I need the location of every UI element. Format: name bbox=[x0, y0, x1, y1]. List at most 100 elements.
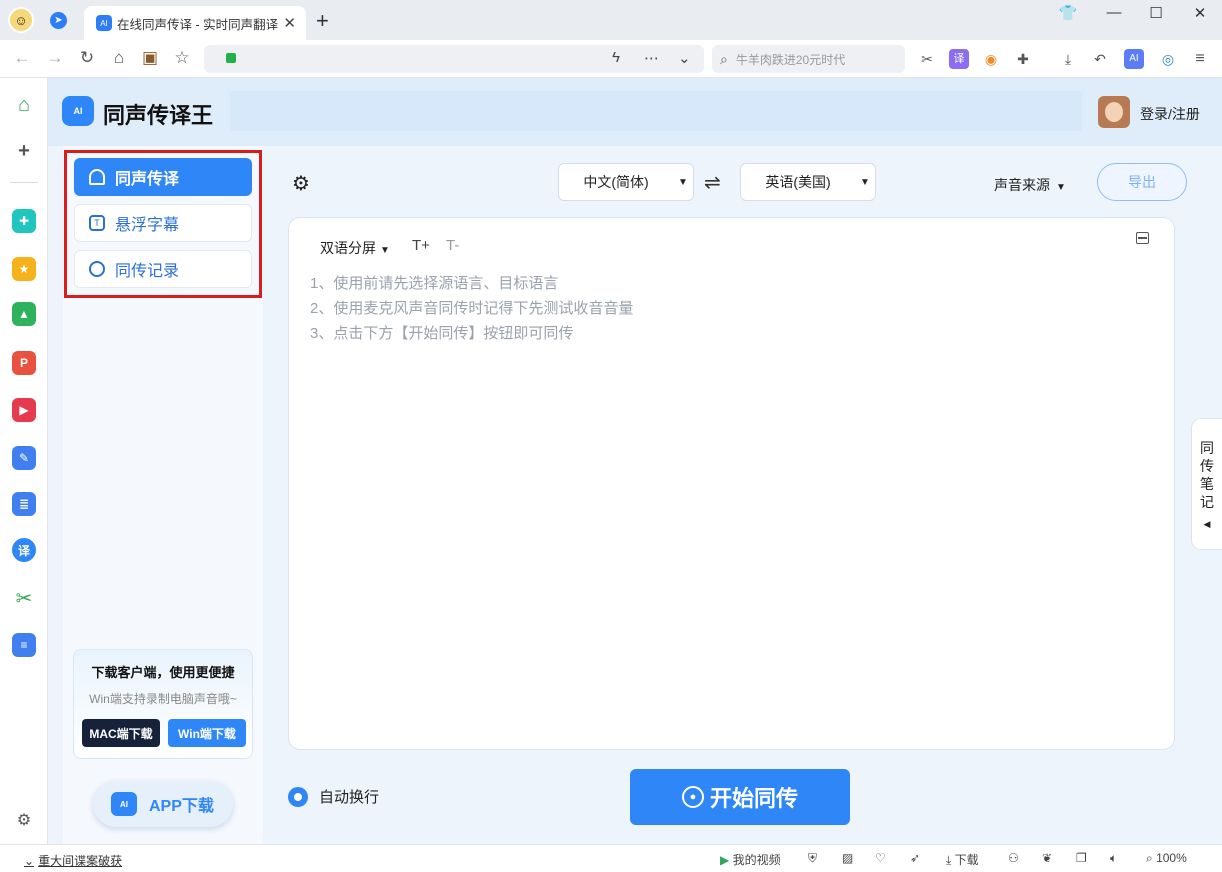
notes-icon[interactable]: ≡ bbox=[12, 633, 36, 657]
menu-item-label: 同传记录 bbox=[115, 263, 180, 280]
home-icon[interactable]: ⌂ bbox=[107, 48, 131, 68]
font-increase-icon[interactable]: T+ bbox=[412, 237, 430, 254]
menu-item-label: 同声传译 bbox=[115, 171, 180, 188]
ai-icon[interactable]: AI bbox=[1124, 49, 1144, 69]
browser-logo-icon[interactable]: ◎ bbox=[1158, 49, 1178, 69]
font-decrease-icon[interactable]: T- bbox=[446, 237, 459, 254]
forward-icon[interactable]: → bbox=[43, 48, 67, 68]
translate-icon[interactable]: 译 bbox=[12, 538, 36, 562]
mac-download-button[interactable]: MAC端下载 bbox=[82, 719, 160, 747]
notes-tab-char: 记 bbox=[1200, 494, 1214, 510]
sidebar-divider bbox=[10, 182, 38, 183]
my-video-button[interactable]: ▶ 我的视频 bbox=[720, 851, 781, 868]
translation-panel: 双语分屏 ▼ T+ T- 1、使用前请先选择源语言、目标语言 2、使用麦克风声音同… bbox=[288, 217, 1175, 750]
audio-source-select[interactable]: 声音来源 ▼ bbox=[994, 175, 1066, 195]
favorites-icon[interactable]: ☆ bbox=[170, 48, 194, 68]
rocket-icon[interactable]: ➶ bbox=[910, 851, 920, 865]
translate-ext-icon[interactable]: 译 bbox=[949, 49, 969, 69]
lightning-icon[interactable]: ϟ bbox=[612, 49, 620, 66]
browser-tab[interactable]: AI 在线同声传译 - 实时同声翻译 ✕ bbox=[84, 6, 306, 40]
health-icon[interactable]: ♡ bbox=[875, 851, 886, 865]
scissors-icon[interactable]: ✂ bbox=[917, 49, 937, 69]
settings-gear-icon[interactable]: ⚙ bbox=[290, 173, 312, 195]
volume-icon[interactable]: 🔈︎ bbox=[1110, 851, 1117, 866]
game-icon[interactable]: ◉ bbox=[981, 49, 1001, 69]
hint-line: 1、使用前请先选择源语言、目标语言 bbox=[310, 275, 559, 292]
menu-item-simultaneous[interactable]: 同声传译 bbox=[74, 158, 252, 196]
ai-image-icon[interactable]: ▲ bbox=[12, 302, 36, 326]
swap-languages-icon[interactable]: ⇌ bbox=[704, 170, 721, 195]
download-card: 下载客户端，使用更便捷 Win端支持录制电脑声音哦~ MAC端下载 Win端下载 bbox=[73, 649, 253, 759]
status-download-button[interactable]: ⤓ 下载 bbox=[946, 851, 979, 868]
split-view-icon[interactable] bbox=[1136, 232, 1149, 244]
notes-side-tab[interactable]: 同 传 笔 记 ◀ bbox=[1191, 418, 1222, 550]
news-link[interactable]: ⌄ 重大间谍案破获 bbox=[24, 852, 122, 869]
cut-tool-icon[interactable]: ✂ bbox=[12, 586, 36, 610]
glasses-icon[interactable]: ⚇ bbox=[1008, 851, 1019, 865]
plugin-icon[interactable]: ✚ bbox=[12, 209, 36, 233]
tab-favicon-icon: AI bbox=[96, 15, 112, 31]
display-mode-select[interactable]: 双语分屏 ▼ bbox=[320, 238, 390, 258]
menu-item-history[interactable]: 同传记录 bbox=[74, 250, 252, 288]
window-close-icon[interactable]: ✕ bbox=[1185, 4, 1215, 22]
target-language-select[interactable]: 英语(美国) ▼ bbox=[740, 163, 876, 201]
app-download-button[interactable]: AI APP下载 bbox=[93, 781, 233, 827]
download-card-subtitle: Win端支持录制电脑声音哦~ bbox=[89, 692, 237, 706]
app-download-label: APP下载 bbox=[149, 798, 214, 815]
start-button[interactable]: ● 开始同传 bbox=[630, 769, 850, 825]
url-field[interactable]: ϟ ⋯ ⌄ bbox=[204, 45, 704, 73]
leaf-icon[interactable]: ❦ bbox=[1042, 851, 1052, 865]
user-avatar[interactable] bbox=[1098, 96, 1130, 128]
ai-doc-icon[interactable]: ≣ bbox=[12, 492, 36, 516]
add-sidebar-icon[interactable]: + bbox=[12, 139, 36, 163]
send-icon[interactable]: ➤ bbox=[50, 12, 67, 29]
menu-icon[interactable]: ≡ bbox=[1190, 49, 1210, 69]
auto-wrap-radio[interactable] bbox=[288, 786, 308, 807]
ai-edit-icon[interactable]: ✎ bbox=[12, 446, 36, 470]
browser-avatar-icon[interactable]: ☺ bbox=[8, 7, 34, 33]
minimize-icon[interactable]: — bbox=[1099, 4, 1129, 21]
reload-icon[interactable]: ↻ bbox=[75, 48, 99, 68]
ai-pdf-icon[interactable]: P bbox=[12, 351, 36, 375]
dropdown-arrow-icon: ▼ bbox=[678, 176, 688, 188]
maximize-icon[interactable]: ☐ bbox=[1141, 4, 1171, 22]
video-icon: ▶ bbox=[720, 853, 730, 867]
extensions-icon[interactable]: ✚ bbox=[1013, 49, 1033, 69]
export-button[interactable]: 导出 bbox=[1097, 163, 1187, 201]
win-download-button[interactable]: Win端下载 bbox=[168, 719, 246, 747]
zoom-control[interactable]: ⌕ 100% bbox=[1146, 851, 1187, 866]
login-link[interactable]: 登录/注册 bbox=[1140, 104, 1200, 124]
auto-wrap-label: 自动换行 bbox=[319, 789, 380, 806]
home-sidebar-icon[interactable]: ⌂ bbox=[12, 93, 36, 117]
star-app-icon[interactable]: ★ bbox=[12, 257, 36, 281]
dropdown-chevron-icon[interactable]: ⌄ bbox=[678, 49, 691, 67]
image-icon[interactable]: ▨ bbox=[842, 851, 853, 865]
new-tab-icon[interactable]: + bbox=[316, 8, 329, 34]
search-placeholder: 牛羊肉跌进20元时代 bbox=[735, 52, 846, 67]
header-banner bbox=[230, 91, 1082, 131]
skin-icon[interactable]: 👕 bbox=[1053, 4, 1083, 22]
ai-video-icon[interactable]: ▶ bbox=[12, 398, 36, 422]
briefcase-icon[interactable]: ▣ bbox=[138, 48, 162, 68]
back-icon[interactable]: ← bbox=[10, 48, 34, 68]
subtitle-icon: T bbox=[89, 215, 105, 231]
close-tab-icon[interactable]: ✕ bbox=[283, 14, 296, 32]
menu-item-floating-subtitles[interactable]: T 悬浮字幕 bbox=[74, 204, 252, 242]
app-logo-icon: AI bbox=[111, 792, 137, 816]
shield-icon[interactable]: ⛨ bbox=[808, 851, 817, 866]
settings-icon[interactable]: ⚙ bbox=[12, 808, 36, 832]
more-icon[interactable]: ⋯ bbox=[644, 49, 659, 67]
undo-icon[interactable]: ↶ bbox=[1090, 49, 1110, 69]
search-input[interactable]: ⌕ 牛羊肉跌进20元时代 bbox=[712, 45, 905, 73]
auto-wrap-toggle[interactable]: 自动换行 bbox=[288, 786, 379, 807]
display-mode-label: 双语分屏 bbox=[320, 240, 376, 256]
window-icon[interactable]: ❐ bbox=[1076, 851, 1087, 865]
app-logo-icon: AI bbox=[62, 96, 94, 126]
download-icon[interactable]: ⤓ bbox=[1058, 49, 1078, 69]
download-icon: ⤓ bbox=[946, 853, 952, 867]
source-language-select[interactable]: 中文(简体) ▼ bbox=[558, 163, 694, 201]
address-toolbar: ← → ↻ ⌂ ▣ ☆ ϟ ⋯ ⌄ ⌕ 牛羊肉跌进20元时代 ✂ 译 ◉ ✚ ⤓… bbox=[0, 40, 1222, 78]
notes-tab-char: 传 bbox=[1200, 458, 1214, 474]
target-language-value: 英语(美国) bbox=[765, 174, 831, 190]
notes-tab-char: 笔 bbox=[1200, 476, 1214, 492]
